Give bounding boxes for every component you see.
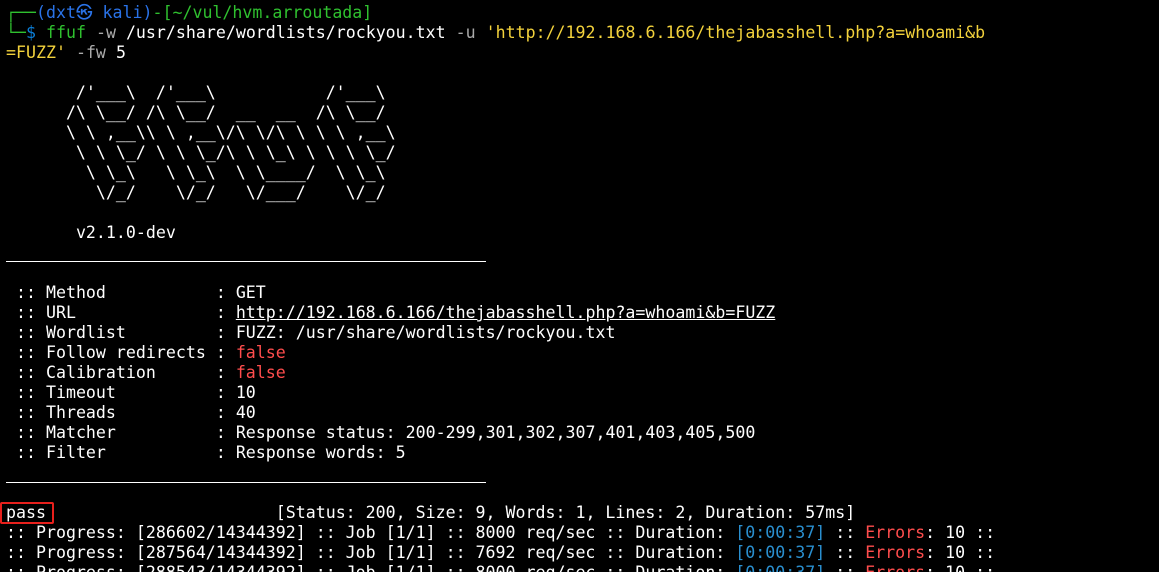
separator-rule bbox=[6, 261, 486, 262]
result-details: [Status: 200, Size: 9, Words: 1, Lines: … bbox=[275, 503, 856, 522]
command-url-part2: =FUZZ' bbox=[6, 43, 66, 62]
version-text: v2.1.0-dev bbox=[75, 223, 176, 242]
config-row: :: Follow redirects : false bbox=[6, 343, 286, 363]
config-separator: : bbox=[205, 423, 236, 442]
config-value: 40 bbox=[235, 403, 256, 422]
config-prefix: :: bbox=[6, 303, 46, 322]
config-value: Response status: 200-299,301,302,307,401… bbox=[235, 423, 756, 442]
config-row: :: URL : http://192.168.6.166/thejabassh… bbox=[6, 303, 775, 323]
config-key: Calibration bbox=[45, 363, 206, 382]
prompt-corner-top: ┌── bbox=[6, 3, 36, 22]
command-flag-w: -w bbox=[95, 23, 116, 42]
progress-mid: :: bbox=[825, 543, 866, 562]
banner-art-line: \ \_\ \ \_\ \ \____/ \ \_\ bbox=[6, 163, 386, 182]
config-key: Wordlist bbox=[45, 323, 206, 342]
command-program: ffuf bbox=[45, 23, 86, 42]
progress-duration: [0:00:37] bbox=[735, 523, 826, 542]
config-key: Method bbox=[45, 283, 206, 302]
config-prefix: :: bbox=[6, 423, 46, 442]
config-row: :: Threads : 40 bbox=[6, 403, 256, 423]
progress-prefix: :: Progress: [288543/14344392] :: Job [1… bbox=[6, 563, 735, 572]
separator-rule bbox=[6, 482, 486, 483]
prompt-cwd: [~/vul/hvm.arroutada] bbox=[162, 3, 373, 22]
config-separator: : bbox=[205, 323, 236, 342]
config-row: :: Method : GET bbox=[6, 283, 266, 303]
config-value: Response words: 5 bbox=[235, 443, 406, 462]
config-separator: : bbox=[205, 303, 236, 322]
progress-duration: [0:00:37] bbox=[735, 563, 825, 572]
config-row: :: Matcher : Response status: 200-299,30… bbox=[6, 423, 755, 443]
config-key: Matcher bbox=[45, 423, 206, 442]
command-line[interactable]: └─$ ffuf -w /usr/share/wordlists/rockyou… bbox=[6, 23, 985, 43]
terminal-window[interactable]: ┌──(dxt㉿ kali)-[~/vul/hvm.arroutada] └─$… bbox=[0, 0, 1159, 572]
config-value: false bbox=[235, 363, 286, 382]
config-value: 10 bbox=[235, 383, 256, 402]
config-value: GET bbox=[235, 283, 266, 302]
banner-art-line: \/_/ \/_/ \/___/ \/_/ bbox=[6, 183, 386, 202]
banner-version: v2.1.0-dev bbox=[6, 223, 176, 243]
config-key: Follow redirects bbox=[45, 343, 206, 362]
prompt-header: ┌──(dxt㉿ kali)-[~/vul/hvm.arroutada] bbox=[6, 3, 372, 23]
command-line-continued[interactable]: =FUZZ' -fw 5 bbox=[6, 43, 126, 63]
command-url-part1: 'http://192.168.6.166/thejabasshell.php?… bbox=[485, 23, 986, 42]
progress-errors-value: : 10 :: bbox=[925, 563, 995, 572]
config-separator: : bbox=[205, 343, 236, 362]
progress-mid: :: bbox=[825, 563, 865, 572]
config-row: :: Wordlist : FUZZ: /usr/share/wordlists… bbox=[6, 323, 615, 343]
config-key: URL bbox=[45, 303, 206, 322]
config-url-link[interactable]: http://192.168.6.166/thejabasshell.php?a… bbox=[236, 303, 775, 322]
progress-row: :: Progress: [287564/14344392] :: Job [1… bbox=[6, 543, 995, 563]
config-value: FUZZ: /usr/share/wordlists/rockyou.txt bbox=[235, 323, 616, 342]
prompt-user-host: (dxt㉿ kali) bbox=[35, 3, 153, 22]
config-prefix: :: bbox=[6, 343, 46, 362]
banner-art-line: \ \ \_/ \ \ \_/\ \ \_\ \ \ \ \_/ bbox=[6, 143, 396, 162]
config-separator: : bbox=[205, 363, 236, 382]
progress-prefix: :: Progress: [286602/14344392] :: Job [1… bbox=[6, 523, 736, 542]
prompt-symbol: $ bbox=[25, 23, 36, 42]
config-separator: : bbox=[205, 443, 236, 462]
progress-errors-label: Errors bbox=[865, 543, 926, 562]
progress-row: :: Progress: [286602/14344392] :: Job [1… bbox=[6, 523, 995, 543]
config-row: :: Filter : Response words: 5 bbox=[6, 443, 406, 463]
prompt-corner-bottom: └─ bbox=[6, 23, 26, 42]
config-prefix: :: bbox=[6, 323, 46, 342]
config-separator: : bbox=[205, 403, 236, 422]
config-key: Filter bbox=[45, 443, 206, 462]
config-prefix: :: bbox=[6, 383, 46, 402]
progress-errors-value: : 10 :: bbox=[925, 543, 996, 562]
command-flag-u: -u bbox=[455, 23, 476, 42]
progress-row: :: Progress: [288543/14344392] :: Job [1… bbox=[6, 563, 995, 572]
progress-errors-value: : 10 :: bbox=[925, 523, 996, 542]
config-prefix: :: bbox=[6, 443, 46, 462]
config-separator: : bbox=[205, 283, 236, 302]
progress-mid: :: bbox=[825, 523, 866, 542]
config-prefix: :: bbox=[6, 363, 46, 382]
config-row: :: Timeout : 10 bbox=[6, 383, 256, 403]
config-key: Timeout bbox=[45, 383, 206, 402]
prompt-dash: - bbox=[152, 3, 163, 22]
config-row: :: Calibration : false bbox=[6, 363, 286, 383]
command-wordlist-path: /usr/share/wordlists/rockyou.txt bbox=[125, 23, 446, 42]
result-gap bbox=[46, 503, 276, 522]
command-fw-value: 5 bbox=[115, 43, 126, 62]
config-prefix: :: bbox=[6, 283, 46, 302]
banner-art-line: \ \ ,__\\ \ ,__\/\ \/\ \ \ \ ,__\ bbox=[6, 123, 396, 142]
result-line[interactable]: pass [Status: 200, Size: 9, Words: 1, Li… bbox=[6, 503, 855, 523]
progress-prefix: :: Progress: [287564/14344392] :: Job [1… bbox=[6, 543, 736, 562]
progress-errors-label: Errors bbox=[865, 563, 925, 572]
result-highlight-box bbox=[0, 502, 54, 524]
config-separator: : bbox=[205, 383, 236, 402]
command-flag-fw: -fw bbox=[75, 43, 106, 62]
progress-errors-label: Errors bbox=[865, 523, 926, 542]
banner-art-line: /'___\ /'___\ /'___\ bbox=[6, 83, 386, 102]
config-value: false bbox=[235, 343, 286, 362]
banner-art-line: /\ \__/ /\ \__/ __ __ /\ \__/ bbox=[6, 103, 386, 122]
config-key: Threads bbox=[45, 403, 206, 422]
config-prefix: :: bbox=[6, 403, 46, 422]
progress-duration: [0:00:37] bbox=[735, 543, 826, 562]
